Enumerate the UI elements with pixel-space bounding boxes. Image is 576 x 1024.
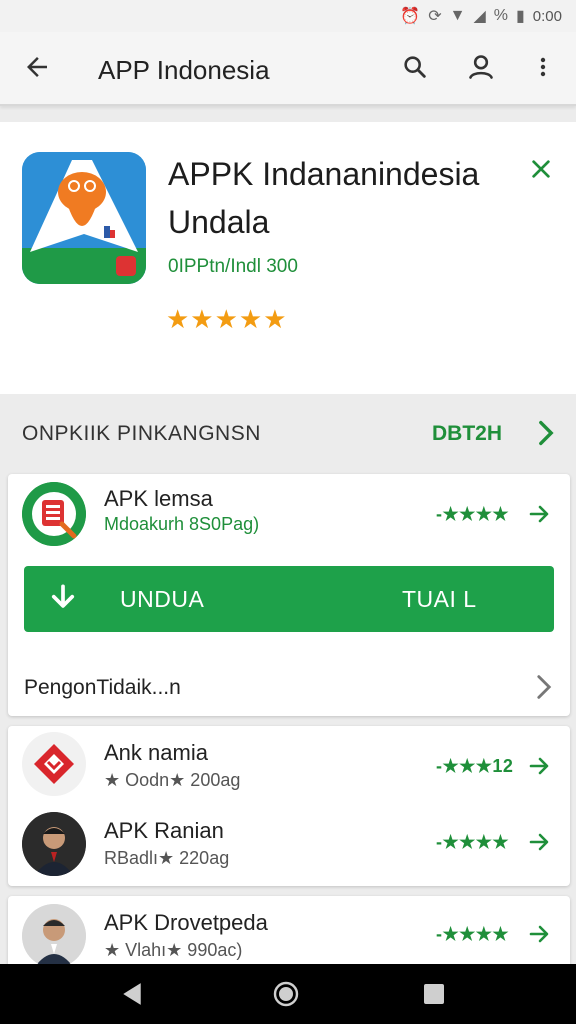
- list-app-name-1[interactable]: Ank namia: [104, 740, 208, 766]
- percent-icon: %: [493, 7, 508, 24]
- chevron-right-icon[interactable]: [532, 416, 560, 450]
- page-title: APP Indonesia: [98, 55, 270, 85]
- system-nav-bar: [0, 964, 576, 1024]
- list-app-sub-1: ★ Oodn★ 200ag: [104, 770, 241, 790]
- list-app-sub-2: RBadlı★ 220ag: [104, 848, 230, 868]
- search-icon[interactable]: [398, 50, 432, 84]
- install-button[interactable]: UNDUA TUAI L: [24, 566, 554, 632]
- list-app-sub-3: ★ Vlahı★ 990ac): [104, 940, 243, 960]
- app-header-card: APPK Indananindesia Undala 0IPPtn/Indl 3…: [0, 122, 576, 394]
- rating-stars: ★★★★★: [166, 304, 288, 334]
- download-icon: [48, 584, 78, 614]
- list-app-icon-3[interactable]: [22, 904, 86, 968]
- list-app-name-2[interactable]: APK Ranian: [104, 818, 224, 844]
- arrow-right-icon[interactable]: [526, 500, 554, 528]
- close-icon[interactable]: [524, 152, 558, 186]
- arrow-right-icon[interactable]: [526, 828, 554, 856]
- app-logo-icon[interactable]: [22, 152, 146, 284]
- nav-recents-icon[interactable]: [418, 978, 450, 1010]
- app-name: APPK Indananindesia Undala: [168, 156, 480, 240]
- app-developer[interactable]: 0IPPtn/Indl 300: [168, 256, 298, 278]
- app-bar: APP Indonesia: [0, 32, 576, 106]
- featured-app-card: APK lemsa Mdoakurh 8S0Pag) -★★★★ UNDUA T…: [8, 474, 570, 716]
- featured-app-rating: -★★★★: [436, 504, 510, 524]
- sync-icon: ⟳: [428, 8, 442, 25]
- wifi-icon: ▼: [449, 7, 466, 24]
- install-label: UNDUA: [120, 586, 205, 612]
- list-app-rating-2: -★★★★: [436, 832, 510, 852]
- install-label-secondary: TUAI L: [402, 586, 477, 612]
- list-app-name-3[interactable]: APK Drovetpeda: [104, 910, 268, 936]
- list-app-icon-1[interactable]: [22, 732, 86, 796]
- account-icon[interactable]: [464, 50, 498, 84]
- section-more-link[interactable]: DBT2H: [432, 422, 502, 446]
- section-title: ONPKIIK PINKANGNSN: [22, 422, 261, 445]
- featured-app-icon[interactable]: [22, 482, 86, 546]
- signal-icon: ◢: [473, 8, 486, 25]
- chevron-right-icon[interactable]: [532, 672, 556, 702]
- featured-app-name[interactable]: APK lemsa: [104, 486, 213, 512]
- back-arrow-icon[interactable]: [20, 50, 54, 84]
- status-bar: ⏰ ⟳ ▼ ◢ % ▮ 0:00: [0, 0, 576, 32]
- arrow-right-icon[interactable]: [526, 920, 554, 948]
- arrow-right-icon[interactable]: [526, 752, 554, 780]
- battery-icon: ▮: [515, 8, 525, 25]
- more-info-link[interactable]: PengonTidaik...n: [24, 676, 181, 700]
- list-app-rating-3: -★★★★: [436, 924, 510, 944]
- section-header: ONPKIIK PINKANGNSN DBT2H: [0, 394, 576, 470]
- more-vert-icon[interactable]: [526, 50, 560, 84]
- nav-back-icon[interactable]: [116, 978, 148, 1010]
- featured-app-sub: Mdoakurh 8S0Pag): [104, 514, 260, 534]
- nav-home-icon[interactable]: [270, 978, 302, 1010]
- list-app-icon-2[interactable]: [22, 812, 86, 876]
- app-list-card: Ank namia ★ Oodn★ 200ag -★★★12 APK Rania…: [8, 726, 570, 886]
- alarm-icon: ⏰: [400, 8, 421, 25]
- list-app-rating-1: -★★★12: [436, 756, 514, 776]
- status-time: 0:00: [532, 7, 562, 25]
